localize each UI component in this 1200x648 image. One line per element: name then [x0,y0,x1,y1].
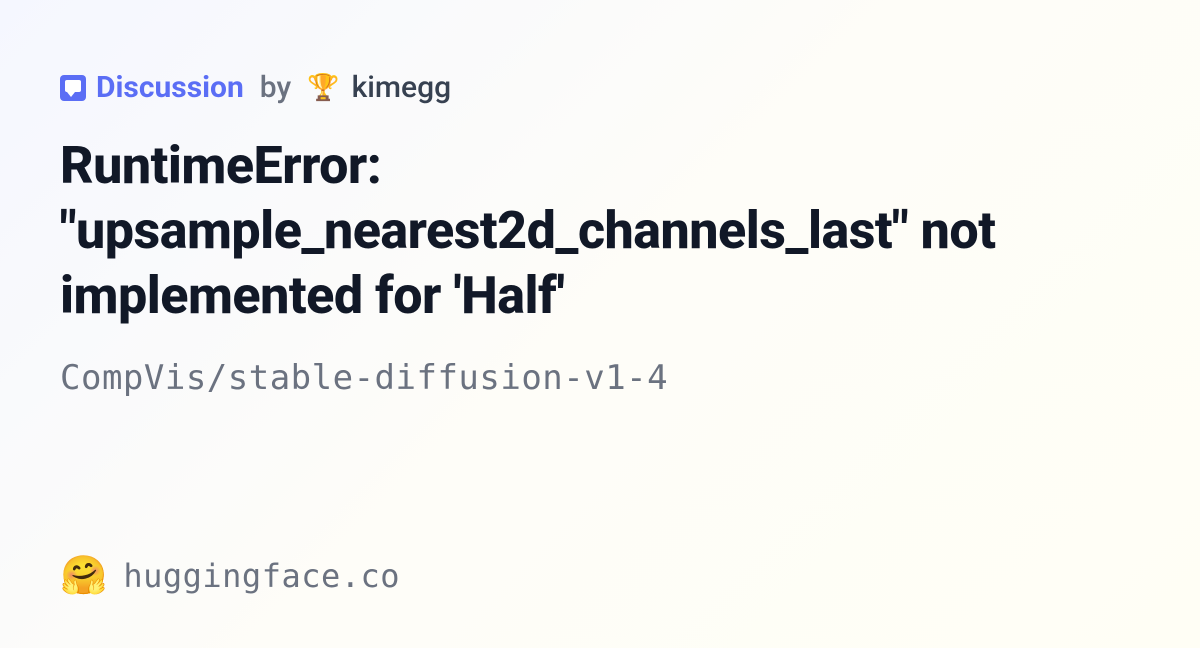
footer: 🤗 huggingface.co [60,554,400,598]
discussion-title: RuntimeError: "upsample_nearest2d_channe… [60,133,1140,328]
trophy-icon: 🏆 [307,73,339,103]
discussion-label: Discussion [96,70,244,105]
site-name[interactable]: huggingface.co [123,557,400,595]
huggingface-logo-icon: 🤗 [60,554,107,598]
discussion-icon [60,75,86,101]
by-label: by [260,70,291,105]
repository-path[interactable]: CompVis/stable-diffusion-v1-4 [60,358,1140,398]
discussion-header: Discussion by 🏆 kimegg [60,70,1140,105]
author-name[interactable]: kimegg [352,70,452,105]
